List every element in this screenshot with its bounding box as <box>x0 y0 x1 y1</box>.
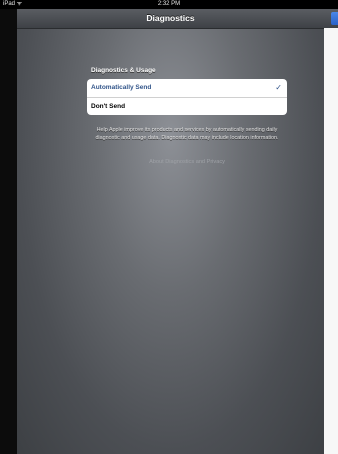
options-group: Automatically Send ✓ Don't Send <box>87 79 287 115</box>
checkmark-icon: ✓ <box>275 83 282 92</box>
option-label: Don't Send <box>91 103 126 110</box>
status-time: 2:32 PM <box>157 1 181 7</box>
device-bezel <box>0 0 17 454</box>
status-bar: iPad ᯤ 2:32 PM <box>0 0 338 9</box>
screen: iPad ᯤ 2:32 PM Diagnostics Diagnostics &… <box>0 0 338 454</box>
page-title: Diagnostics <box>146 13 195 23</box>
option-label: Automatically Send <box>91 84 152 91</box>
nav-action-button[interactable] <box>331 12 338 25</box>
section-footer-text: Help Apple improve its products and serv… <box>95 127 279 141</box>
section-header: Diagnostics & Usage <box>91 67 156 74</box>
option-dont-send[interactable]: Don't Send <box>87 97 287 115</box>
navigation-bar: Diagnostics <box>17 9 338 29</box>
page-edge <box>324 28 338 454</box>
option-automatically-send[interactable]: Automatically Send ✓ <box>87 79 287 97</box>
about-privacy-link[interactable]: About Diagnostics and Privacy <box>87 158 287 166</box>
